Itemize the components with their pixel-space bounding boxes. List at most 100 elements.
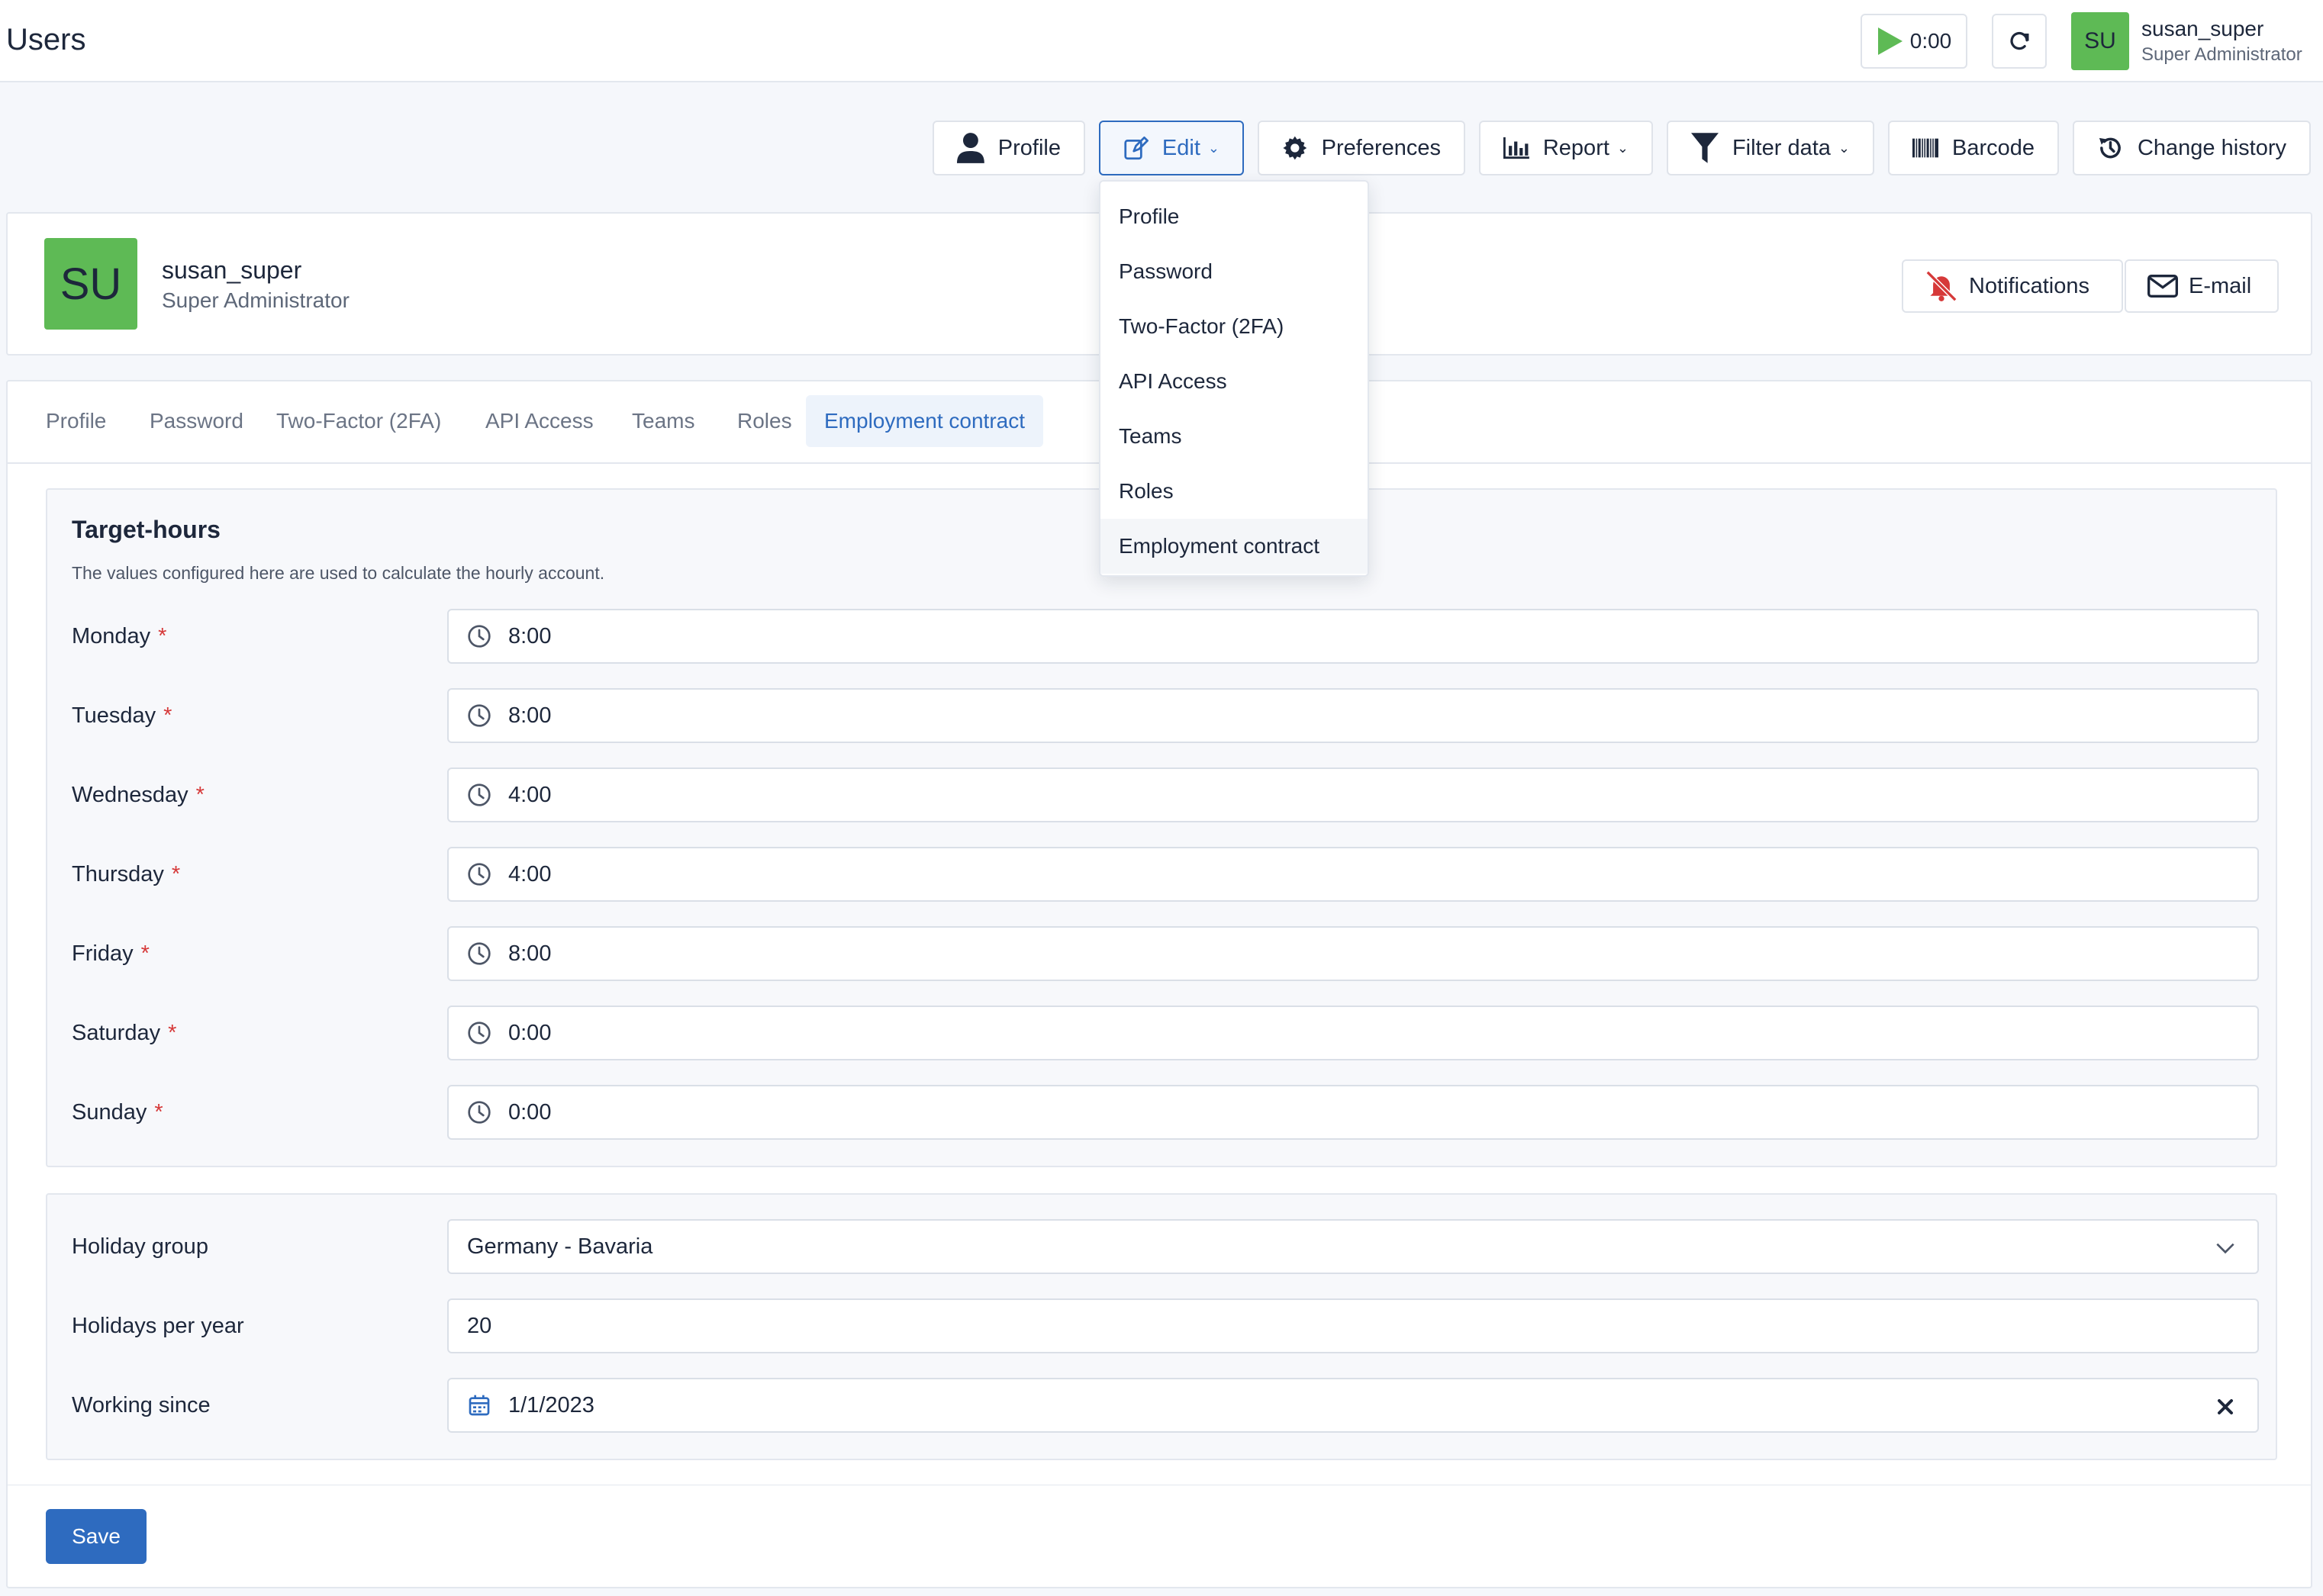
clock-icon: [468, 1022, 491, 1044]
timer-start-button[interactable]: 0:00: [1861, 14, 1967, 69]
tab-profile[interactable]: Profile: [27, 395, 124, 447]
holidays-per-year-label: Holidays per year: [72, 1313, 244, 1338]
clock-icon: [468, 1101, 491, 1124]
edit-dropdown-menu: Profile Password Two-Factor (2FA) API Ac…: [1099, 180, 1369, 577]
bell-slash-icon: [1925, 271, 1957, 301]
save-button[interactable]: Save: [46, 1509, 147, 1564]
timer-value: 0:00: [1909, 29, 1952, 53]
holiday-group-select[interactable]: Germany - Bavaria: [447, 1219, 2259, 1274]
tab-employment-contract[interactable]: Employment contract: [806, 395, 1043, 447]
wednesday-input[interactable]: 4:00: [447, 767, 2259, 822]
edit-icon: [1124, 136, 1149, 160]
header-user-name[interactable]: susan_super: [2141, 17, 2263, 41]
saturday-label: Saturday *: [72, 1020, 177, 1045]
filter-data-button[interactable]: Filter data ⌄: [1667, 121, 1874, 175]
working-since-label: Working since: [72, 1392, 211, 1417]
holiday-group-row: Holiday group Germany - Bavaria: [47, 1219, 2276, 1274]
profile-button-label: Profile: [997, 135, 1061, 160]
target-hours-title: Target-hours: [72, 516, 221, 543]
notifications-button[interactable]: Notifications: [1902, 259, 2123, 313]
friday-input[interactable]: 8:00: [447, 926, 2259, 981]
tab-teams[interactable]: Teams: [614, 395, 713, 447]
working-since-input[interactable]: 1/1/2023: [447, 1378, 2259, 1433]
preferences-button-label: Preferences: [1321, 135, 1441, 160]
chevron-down-icon: [2216, 1243, 2234, 1254]
monday-row: Monday * 8:00: [47, 609, 2276, 664]
thursday-input[interactable]: 4:00: [447, 847, 2259, 902]
user-card-avatar: SU: [44, 238, 137, 330]
gear-icon: [1283, 136, 1307, 160]
monday-input[interactable]: 8:00: [447, 609, 2259, 664]
sunday-input[interactable]: 0:00: [447, 1085, 2259, 1140]
change-history-button[interactable]: Change history: [2073, 121, 2311, 175]
menu-item-password[interactable]: Password: [1100, 244, 1368, 299]
monday-label: Monday *: [72, 623, 167, 648]
tuesday-row: Tuesday * 8:00: [47, 688, 2276, 743]
clock-icon: [468, 784, 491, 806]
chevron-down-icon: ⌄: [1838, 140, 1850, 156]
page-title: Users: [6, 23, 86, 56]
history-button-label: Change history: [2137, 135, 2286, 160]
reload-icon: [2010, 31, 2029, 50]
clock-icon: [468, 863, 491, 886]
menu-item-roles[interactable]: Roles: [1100, 464, 1368, 519]
wednesday-row: Wednesday * 4:00: [47, 767, 2276, 822]
report-button[interactable]: Report ⌄: [1479, 121, 1653, 175]
menu-item-employment-contract[interactable]: Employment contract: [1100, 519, 1368, 574]
report-button-label: Report: [1542, 135, 1609, 160]
tab-two-factor[interactable]: Two-Factor (2FA): [258, 395, 459, 447]
chevron-down-icon: ⌄: [1616, 140, 1629, 156]
user-card-role: Super Administrator: [162, 288, 350, 312]
edit-button-label: Edit: [1162, 135, 1200, 160]
menu-item-profile[interactable]: Profile: [1100, 189, 1368, 244]
history-icon: [2099, 137, 2121, 159]
barcode-button[interactable]: Barcode: [1888, 121, 2059, 175]
tuesday-label: Tuesday *: [72, 703, 172, 728]
saturday-input[interactable]: 0:00: [447, 1006, 2259, 1060]
notifications-label: Notifications: [1969, 273, 2089, 298]
menu-item-teams[interactable]: Teams: [1100, 409, 1368, 464]
profile-button[interactable]: Profile: [933, 121, 1085, 175]
target-hours-section: Target-hours The values configured here …: [46, 488, 2277, 1167]
saturday-row: Saturday * 0:00: [47, 1006, 2276, 1060]
clear-icon[interactable]: [2213, 1395, 2238, 1419]
holidays-per-year-row: Holidays per year 20: [47, 1298, 2276, 1353]
email-label: E-mail: [2189, 273, 2252, 298]
header-user-role: Super Administrator: [2141, 44, 2302, 65]
menu-item-two-factor[interactable]: Two-Factor (2FA): [1100, 299, 1368, 354]
wednesday-label: Wednesday *: [72, 782, 205, 807]
tab-api-access[interactable]: API Access: [467, 395, 612, 447]
email-button[interactable]: E-mail: [2125, 259, 2279, 313]
tuesday-input[interactable]: 8:00: [447, 688, 2259, 743]
sunday-row: Sunday * 0:00: [47, 1085, 2276, 1140]
sunday-label: Sunday *: [72, 1099, 163, 1125]
calendar-icon: [469, 1395, 490, 1416]
clock-icon: [468, 942, 491, 965]
clock-icon: [468, 625, 491, 648]
filter-button-label: Filter data: [1732, 135, 1831, 160]
user-avatar[interactable]: SU: [2071, 12, 2129, 70]
holidays-per-year-input[interactable]: 20: [447, 1298, 2259, 1353]
reload-button[interactable]: [1992, 14, 2047, 69]
friday-row: Friday * 8:00: [47, 926, 2276, 981]
chevron-down-icon: ⌄: [1207, 140, 1219, 156]
thursday-label: Thursday *: [72, 861, 181, 886]
filter-icon: [1691, 133, 1719, 163]
user-icon: [957, 133, 984, 163]
barcode-button-label: Barcode: [1951, 135, 2035, 160]
target-hours-hint: The values configured here are used to c…: [72, 563, 605, 583]
user-card-name: susan_super: [162, 256, 302, 284]
tab-password[interactable]: Password: [131, 395, 262, 447]
envelope-icon: [2147, 275, 2178, 298]
menu-item-api-access[interactable]: API Access: [1100, 354, 1368, 409]
clock-icon: [468, 704, 491, 727]
tab-roles[interactable]: Roles: [719, 395, 810, 447]
play-icon: [1877, 27, 1903, 55]
holidays-section: Holiday group Germany - Bavaria Holidays…: [46, 1193, 2277, 1460]
barcode-icon: [1912, 138, 1938, 158]
edit-button[interactable]: Edit ⌄: [1099, 121, 1244, 175]
friday-label: Friday *: [72, 941, 150, 966]
preferences-button[interactable]: Preferences: [1258, 121, 1465, 175]
holiday-group-label: Holiday group: [72, 1234, 208, 1259]
thursday-row: Thursday * 4:00: [47, 847, 2276, 902]
